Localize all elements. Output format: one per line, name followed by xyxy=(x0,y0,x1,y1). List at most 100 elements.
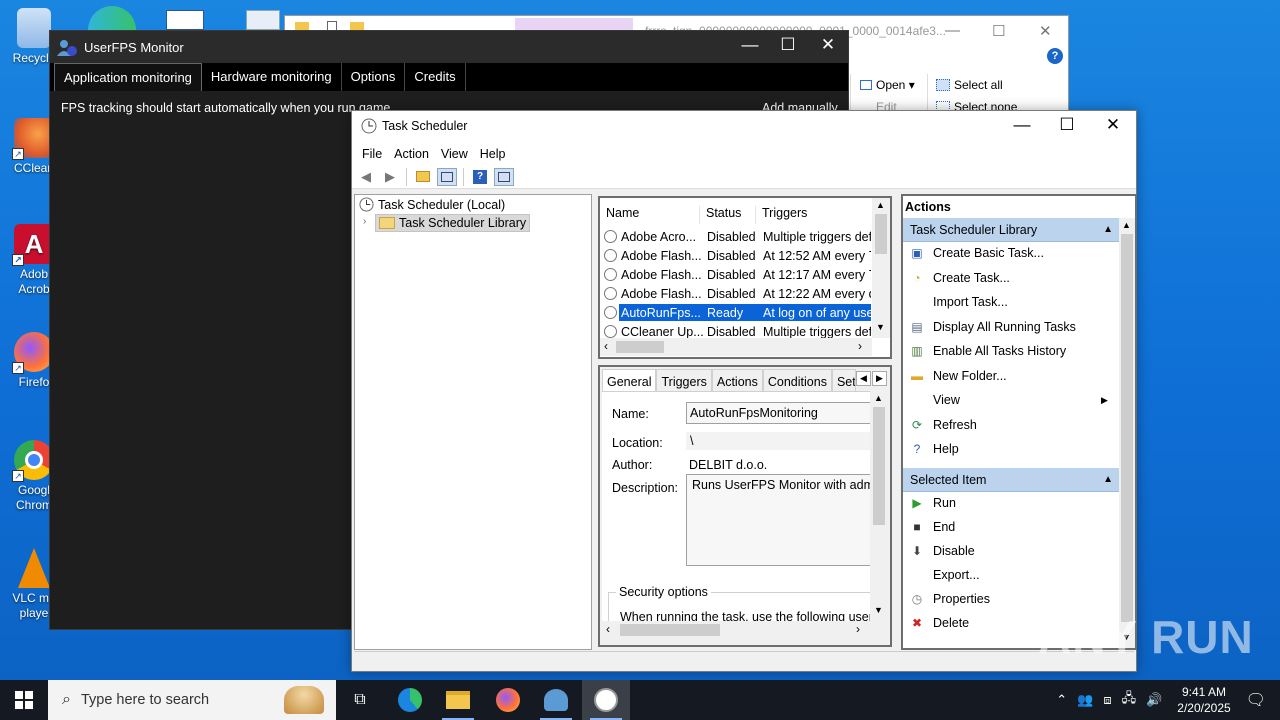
action-display-all-running-tasks[interactable]: ▤ Display All Running Tasks xyxy=(909,320,1076,334)
scroll-up-icon[interactable]: ▲ xyxy=(874,393,883,403)
maximize-icon[interactable]: ☐ xyxy=(768,35,808,55)
scroll-left-icon[interactable]: ‹ xyxy=(604,339,608,353)
column-status[interactable]: Status xyxy=(700,206,756,224)
tab-scroll-left-icon[interactable]: ◀ xyxy=(856,371,871,386)
tab-general[interactable]: General xyxy=(602,369,657,392)
firefox-taskbar-button[interactable] xyxy=(484,680,532,720)
action-help[interactable]: ? Help xyxy=(909,442,959,456)
action-view[interactable]: View ▶ xyxy=(909,393,1108,407)
maximize-icon[interactable]: ☐ xyxy=(992,22,1005,40)
detail-vscroll[interactable]: ▲ ▼ xyxy=(870,391,888,619)
close-icon[interactable]: ✕ xyxy=(808,35,848,55)
action-create-basic-task[interactable]: ▣ Create Basic Task... xyxy=(909,246,1044,260)
scroll-thumb[interactable] xyxy=(616,341,664,353)
volume-icon[interactable]: 🔊 xyxy=(1146,692,1162,708)
scroll-up-icon[interactable]: ▲ xyxy=(876,200,885,210)
action-end[interactable]: ■ End xyxy=(909,520,955,534)
table-row[interactable]: Adobe Flash... Disabled At 12:52 AM every … xyxy=(604,246,872,265)
scroll-thumb[interactable] xyxy=(1121,234,1133,622)
tree-root-node[interactable]: Task Scheduler (Local) xyxy=(359,197,505,212)
scroll-thumb[interactable] xyxy=(873,407,885,525)
edge-taskbar-button[interactable] xyxy=(386,680,434,720)
action-new-folder[interactable]: ▬ New Folder... xyxy=(909,369,1007,383)
userfps-taskbar-button[interactable] xyxy=(532,680,580,720)
close-icon[interactable]: ✕ xyxy=(1091,115,1135,135)
action-export[interactable]: Export... xyxy=(909,568,980,582)
action-disable[interactable]: ⬇ Disable xyxy=(909,544,975,558)
scroll-right-icon[interactable]: › xyxy=(856,622,860,636)
task-list-vscroll[interactable]: ▲ ▼ xyxy=(872,198,890,338)
tab-application-monitoring[interactable]: Application monitoring xyxy=(54,63,202,91)
action-delete[interactable]: ✖ Delete xyxy=(909,616,969,630)
file-explorer-taskbar-button[interactable] xyxy=(434,680,482,720)
tab-conditions[interactable]: Conditions xyxy=(762,369,832,392)
menu-file[interactable]: File xyxy=(356,143,388,165)
network-icon[interactable]: 🖧 xyxy=(1122,689,1137,711)
action-refresh[interactable]: ⟳ Refresh xyxy=(909,418,977,432)
chevron-right-icon[interactable]: › xyxy=(363,216,366,227)
word-doc-icon[interactable] xyxy=(166,10,204,30)
help-icon[interactable]: ? xyxy=(470,168,490,186)
clock[interactable]: 9:41 AM 2/20/2025 xyxy=(1177,684,1230,716)
help-icon[interactable]: ? xyxy=(1047,48,1063,64)
tree-node-library[interactable]: Task Scheduler Library xyxy=(375,214,531,232)
menu-help[interactable]: Help xyxy=(474,143,512,165)
minimize-icon[interactable]: — xyxy=(1000,115,1044,135)
table-row[interactable]: Adobe Flash... Disabled At 12:22 AM every … xyxy=(604,284,872,303)
show-hide-tree-icon[interactable] xyxy=(437,167,457,186)
device-icon[interactable]: ⧈ xyxy=(1103,692,1111,708)
selected-item-section-header[interactable]: Selected Item ▲ xyxy=(903,468,1119,492)
action-properties[interactable]: ◷ Properties xyxy=(909,592,990,606)
scroll-down-icon[interactable]: ▼ xyxy=(874,605,883,615)
description-field[interactable]: Runs UserFPS Monitor with admin xyxy=(686,474,870,566)
action-import-task[interactable]: Import Task... xyxy=(909,295,1008,309)
collapse-icon[interactable]: ▲ xyxy=(1103,224,1113,235)
scroll-up-icon[interactable]: ▲ xyxy=(1122,220,1131,230)
tab-triggers[interactable]: Triggers xyxy=(656,369,712,392)
menu-action[interactable]: Action xyxy=(388,143,435,165)
action-run[interactable]: ▶ Run xyxy=(909,496,956,510)
scroll-down-icon[interactable]: ▼ xyxy=(876,322,885,332)
up-folder-icon[interactable] xyxy=(413,168,433,186)
scroll-right-icon[interactable]: › xyxy=(858,339,862,353)
detail-hscroll[interactable]: ‹ › xyxy=(602,621,870,639)
people-icon[interactable]: 👥 xyxy=(1077,692,1093,708)
minimize-icon[interactable]: — xyxy=(730,35,770,55)
library-section-header[interactable]: Task Scheduler Library ▲ xyxy=(903,218,1119,242)
action-enable-all-tasks-history[interactable]: ▥ Enable All Tasks History xyxy=(909,344,1066,358)
tab-scroll-right-icon[interactable]: ▶ xyxy=(872,371,887,386)
scroll-thumb[interactable] xyxy=(620,624,720,636)
userfps-titlebar[interactable]: UserFPS Monitor — ☐ ✕ xyxy=(50,31,848,63)
action-create-task[interactable]: ◔ Create Task... xyxy=(909,271,1010,285)
back-arrow-icon[interactable]: ◀ xyxy=(356,168,376,186)
search-box[interactable]: ⌕ Type here to search xyxy=(48,680,336,720)
maximize-icon[interactable]: ☐ xyxy=(1045,115,1089,135)
task-scheduler-titlebar[interactable]: Task Scheduler — ☐ ✕ xyxy=(352,111,1136,143)
table-row[interactable]: Adobe Acro... Disabled Multiple triggers d… xyxy=(604,227,872,246)
task-scheduler-taskbar-button[interactable] xyxy=(582,680,630,720)
select-all-button[interactable]: Select all xyxy=(936,78,1003,92)
edge-desktop-icon[interactable] xyxy=(88,6,136,30)
forward-arrow-icon[interactable]: ▶ xyxy=(380,168,400,186)
minimize-icon[interactable]: — xyxy=(945,22,960,39)
table-row[interactable]: Adobe Flash... Disabled At 12:17 AM every … xyxy=(604,265,872,284)
notification-icon[interactable]: 🗨 xyxy=(1246,690,1266,710)
scroll-thumb[interactable] xyxy=(875,214,887,254)
column-name[interactable]: Name xyxy=(600,206,700,224)
task-scheduler-window[interactable]: Task Scheduler — ☐ ✕ File Action View He… xyxy=(351,110,1137,672)
tab-settings[interactable]: Sett xyxy=(831,369,856,392)
tab-options[interactable]: Options xyxy=(342,63,406,91)
tab-hardware-monitoring[interactable]: Hardware monitoring xyxy=(202,63,342,91)
name-field[interactable]: AutoRunFpsMonitoring xyxy=(686,402,870,424)
chevron-up-icon[interactable]: ⌃ xyxy=(1056,692,1067,708)
open-button[interactable]: Open ▾ xyxy=(860,78,915,92)
table-row[interactable]: AutoRunFps... Ready At log on of any user xyxy=(604,303,872,322)
menu-view[interactable]: View xyxy=(435,143,474,165)
task-view-button[interactable]: ⧉ xyxy=(336,680,384,720)
actions-vscroll[interactable]: ▲ ▼ xyxy=(1119,218,1135,648)
collapse-icon[interactable]: ▲ xyxy=(1103,474,1113,485)
tab-credits[interactable]: Credits xyxy=(405,63,466,91)
scroll-left-icon[interactable]: ‹ xyxy=(606,622,610,636)
show-hide-action-pane-icon[interactable] xyxy=(494,167,514,186)
start-button[interactable] xyxy=(0,680,48,720)
